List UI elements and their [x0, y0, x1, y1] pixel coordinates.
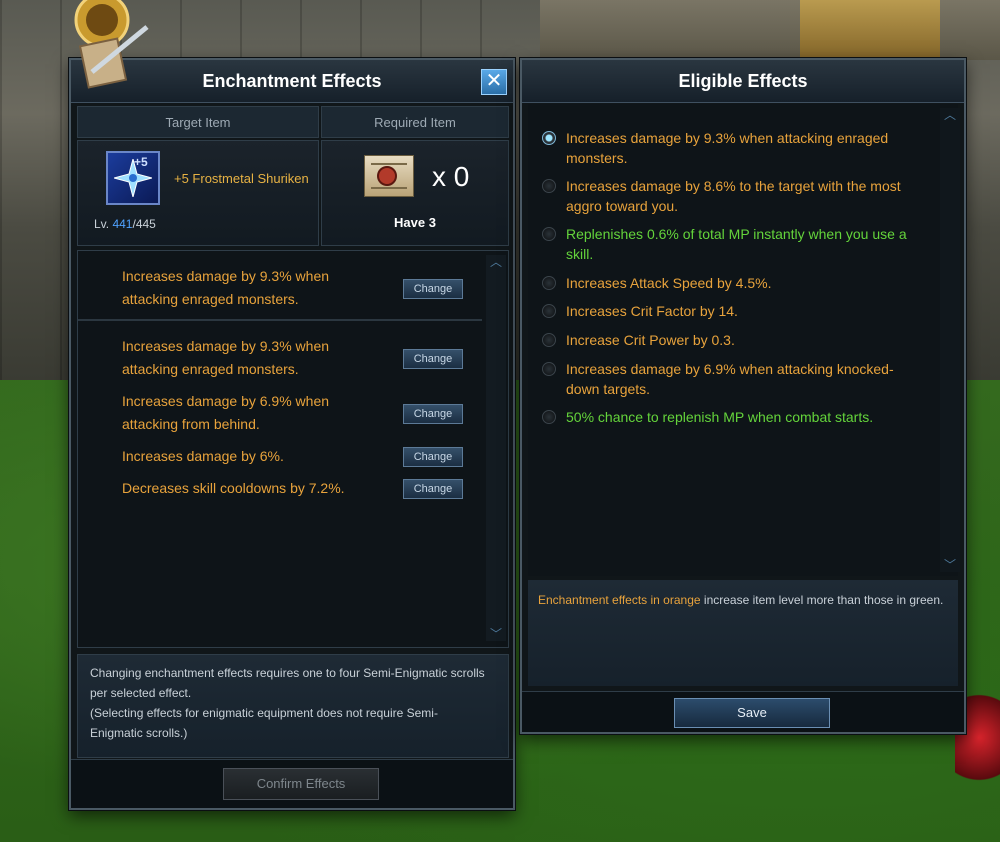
radio-button[interactable] [542, 179, 556, 193]
divider [78, 319, 482, 321]
have-count: Have 3 [394, 215, 436, 230]
change-button[interactable]: Change [403, 447, 463, 467]
legend-rest: increase item level more than those in g… [700, 593, 944, 607]
note-line-1: Changing enchantment effects requires on… [90, 666, 485, 700]
scroll-up-icon[interactable]: ︿ [486, 255, 506, 269]
eligible-effects-list: Increases damage by 9.3% when attacking … [528, 104, 960, 576]
target-item-slot[interactable]: +5 +5 Frostmetal Shuriken Lv. 441/445 [77, 140, 319, 246]
enchantment-effects-window: Enchantment Effects ✕ Target Item Requir… [69, 58, 515, 810]
scroll-up-icon[interactable]: ︿ [940, 108, 960, 122]
required-count: x 0 [432, 161, 470, 192]
option-text: Replenishes 0.6% of total MP instantly w… [566, 226, 907, 262]
change-button[interactable]: Change [403, 404, 463, 424]
scroll-icon[interactable] [364, 155, 414, 197]
option-text: Increases damage by 8.6% to the target w… [566, 178, 901, 214]
color-legend: Enchantment effects in orange increase i… [528, 580, 958, 686]
radio-button[interactable] [542, 131, 556, 145]
target-item-header: Target Item [77, 106, 319, 138]
window-title: Enchantment Effects [202, 70, 382, 91]
close-button[interactable]: ✕ [481, 69, 507, 95]
radio-button[interactable] [542, 304, 556, 318]
effect-text: Increases damage by 6.9% when attacking … [122, 393, 330, 432]
effect-text: Increases damage by 9.3% when attacking … [122, 338, 330, 377]
current-effects-list: Increases damage by 9.3% when attacking … [77, 250, 509, 648]
option-text: Increases damage by 6.9% when attacking … [566, 361, 894, 397]
enchant-emblem-icon [74, 0, 149, 89]
option-text: 50% chance to replenish MP when combat s… [566, 409, 874, 425]
enchant-level-badge: +5 [134, 155, 148, 169]
left-footer: Confirm Effects [71, 759, 513, 808]
scrollbar[interactable]: ︿ ﹀ [486, 255, 506, 641]
shuriken-icon[interactable] [106, 151, 160, 205]
item-level: Lv. 441/445 [94, 217, 156, 231]
radio-button[interactable] [542, 410, 556, 424]
change-button[interactable]: Change [403, 479, 463, 499]
confirm-effects-button[interactable]: Confirm Effects [223, 768, 379, 800]
save-button[interactable]: Save [674, 698, 830, 728]
note-text: Changing enchantment effects requires on… [90, 663, 490, 743]
required-item-slot[interactable]: x 0 Have 3 [321, 140, 509, 246]
right-footer: Save [522, 691, 964, 732]
radio-button[interactable] [542, 362, 556, 376]
legend-text: Enchantment effects in orange increase i… [538, 590, 948, 610]
legend-orange: Enchantment effects in orange [538, 593, 701, 607]
required-item-header: Required Item [321, 106, 509, 138]
target-item-name: +5 Frostmetal Shuriken [174, 171, 309, 186]
eligible-effects-window: Eligible Effects Increases damage by 9.3… [520, 58, 966, 734]
effect-text: Increases damage by 9.3% when attacking … [122, 268, 330, 307]
window-title-bar: Eligible Effects [522, 60, 964, 103]
radio-button[interactable] [542, 333, 556, 347]
effect-text: Decreases skill cooldowns by 7.2%. [122, 480, 345, 496]
note-line-2: (Selecting effects for enigmatic equipme… [90, 706, 438, 740]
level-current: 441 [112, 217, 133, 231]
change-button[interactable]: Change [403, 279, 463, 299]
option-text: Increases Attack Speed by 4.5%. [566, 275, 772, 291]
level-max: /445 [132, 217, 156, 231]
change-button[interactable]: Change [403, 349, 463, 369]
radio-button[interactable] [542, 276, 556, 290]
option-text: Increases damage by 9.3% when attacking … [566, 130, 889, 166]
option-text: Increases Crit Factor by 14. [566, 303, 738, 319]
level-prefix: Lv. [94, 217, 113, 231]
radio-button[interactable] [542, 227, 556, 241]
background-gate [800, 0, 940, 58]
info-note: Changing enchantment effects requires on… [77, 654, 509, 758]
scrollbar[interactable]: ︿ ﹀ [940, 108, 960, 572]
scroll-down-icon[interactable]: ﹀ [486, 627, 506, 641]
option-text: Increase Crit Power by 0.3. [566, 332, 735, 348]
window-title: Eligible Effects [678, 70, 808, 91]
scroll-down-icon[interactable]: ﹀ [940, 558, 960, 572]
effect-text: Increases damage by 6%. [122, 448, 284, 464]
